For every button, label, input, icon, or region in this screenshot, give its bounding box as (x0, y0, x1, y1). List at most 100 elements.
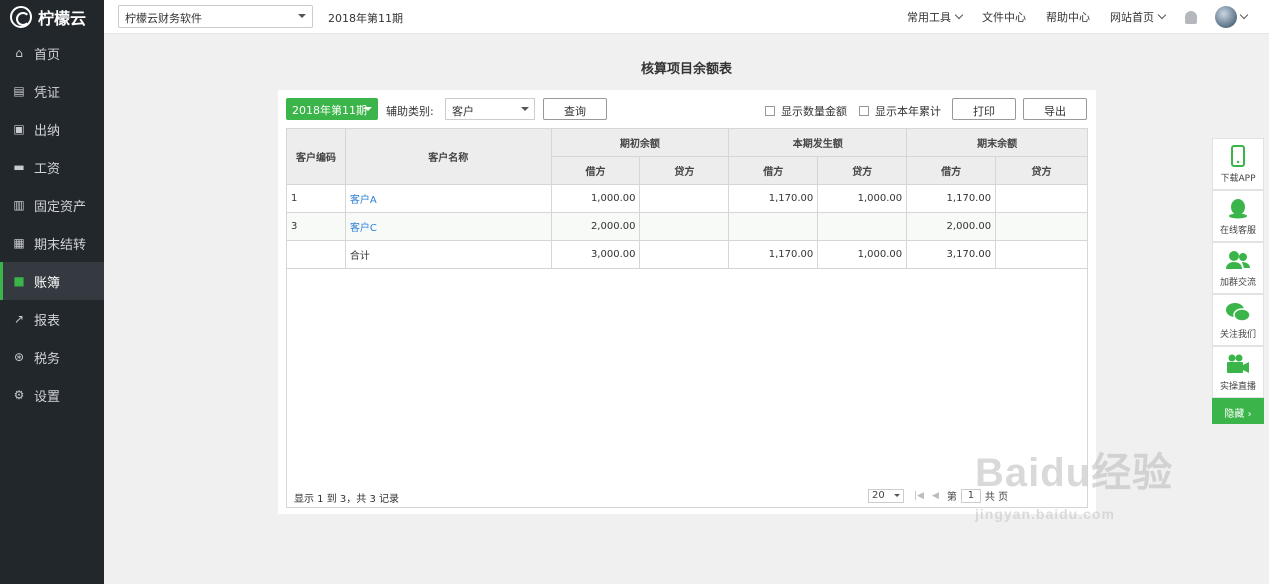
aux-category-select[interactable]: 客户 (445, 98, 535, 120)
website-home-menu[interactable]: 网站首页 (1110, 9, 1167, 25)
website-home-label: 网站首页 (1110, 11, 1154, 24)
query-button[interactable]: 查询 (543, 98, 607, 120)
header-opening: 期初余额 (550, 128, 730, 157)
cell-period-credit: 1,000.00 (817, 240, 908, 269)
table-row: 1 客户A 1,000.00 1,170.00 1,000.00 1,170.0… (286, 184, 1088, 213)
period-select-label: 2018年第11期 (292, 104, 367, 117)
cell-closing-debit: 2,000.00 (906, 212, 997, 241)
cell-opening-debit: 3,000.00 (550, 240, 641, 269)
cell-period-debit (728, 212, 819, 241)
watermark-url: jingyan.baidu.com (975, 506, 1115, 522)
first-page-icon[interactable]: |◀ (914, 491, 924, 501)
customer-link[interactable]: 客户C (344, 212, 552, 241)
sidebar-item-label: 设置 (34, 389, 61, 405)
header-credit: 贷方 (639, 156, 730, 185)
chevron-down-icon (521, 107, 529, 115)
chevron-down-icon (298, 14, 306, 22)
tools-menu-label: 常用工具 (907, 11, 951, 24)
cell-period-debit: 1,170.00 (728, 240, 819, 269)
chevron-down-icon (364, 107, 372, 115)
total-label: 合计 (344, 240, 552, 269)
show-year-checkbox[interactable]: 显示本年累计 (859, 103, 941, 119)
baidu-jingyan-watermark: Baidu经验 jingyan.baidu.com (975, 440, 1173, 522)
bell-icon[interactable] (1185, 10, 1197, 24)
avatar[interactable] (1215, 6, 1237, 28)
checkbox-box[interactable] (765, 106, 775, 116)
report-panel: 2018年第11期 辅助类别: 客户 查询 显示数量金额 显示本年累计 打印 导… (278, 90, 1096, 514)
cell-opening-credit (639, 212, 730, 241)
sidebar-item-label: 工资 (34, 161, 61, 177)
file-center-link[interactable]: 文件中心 (982, 9, 1026, 25)
sidebar-item-closing[interactable]: ▦ 期末结转 (0, 224, 104, 262)
live-class-button[interactable]: 实操直播 (1212, 346, 1264, 398)
page-size-select[interactable]: 20 (868, 488, 904, 503)
cell-closing-credit (995, 184, 1088, 213)
sidebar-item-voucher[interactable]: ▤ 凭证 (0, 72, 104, 110)
online-service-button[interactable]: 在线客服 (1212, 190, 1264, 242)
header-closing: 期末余额 (906, 128, 1088, 157)
cell-opening-debit: 1,000.00 (550, 184, 641, 213)
tools-menu[interactable]: 常用工具 (907, 9, 964, 25)
cell-code: 1 (286, 184, 346, 213)
group-icon (1226, 251, 1250, 269)
show-quantity-checkbox[interactable]: 显示数量金额 (765, 103, 847, 119)
customer-link[interactable]: 客户A (344, 184, 552, 213)
online-service-label: 在线客服 (1219, 226, 1256, 236)
aux-category-label: 辅助类别: (386, 105, 434, 118)
print-button[interactable]: 打印 (952, 98, 1016, 120)
gear-icon: ⚙ (13, 388, 25, 402)
period-select-button[interactable]: 2018年第11期 (286, 98, 378, 120)
app-name: 柠檬云 (38, 9, 87, 28)
sidebar-item-assets[interactable]: ▥ 固定资产 (0, 186, 104, 224)
header-debit: 借方 (906, 156, 997, 185)
sidebar-item-label: 首页 (34, 47, 61, 63)
show-quantity-label: 显示数量金额 (781, 105, 847, 118)
sidebar-item-salary[interactable]: ▬ 工资 (0, 148, 104, 186)
cell-closing-debit: 3,170.00 (906, 240, 997, 269)
sidebar-item-home[interactable]: ⌂ 首页 (0, 34, 104, 72)
sidebar-item-tax[interactable]: ⊛ 税务 (0, 338, 104, 376)
sidebar-item-ledger[interactable]: ■ 账簿 (0, 262, 104, 300)
chart-icon: ↗ (13, 312, 25, 326)
asset-icon: ▥ (13, 198, 25, 212)
table-row-total: 合计 3,000.00 1,170.00 1,000.00 3,170.00 (286, 240, 1088, 269)
company-select[interactable]: 柠檬云财务软件 (118, 5, 313, 28)
help-center-link[interactable]: 帮助中心 (1046, 9, 1090, 25)
checkbox-box[interactable] (859, 106, 869, 116)
cell-closing-debit: 1,170.00 (906, 184, 997, 213)
chevron-down-icon[interactable] (1239, 10, 1249, 20)
sidebar-item-reports[interactable]: ↗ 报表 (0, 300, 104, 338)
voucher-icon: ▤ (13, 84, 25, 98)
chevron-down-icon (954, 10, 964, 20)
phone-icon (1231, 145, 1245, 167)
cell-opening-credit (639, 184, 730, 213)
export-button[interactable]: 导出 (1023, 98, 1087, 120)
table-row: 3 客户C 2,000.00 2,000.00 (286, 212, 1088, 241)
chevron-down-icon (894, 493, 900, 500)
cell-period-credit: 1,000.00 (817, 184, 908, 213)
lemon-logo-icon (10, 6, 32, 28)
cell-closing-credit (995, 240, 1088, 269)
sidebar-item-label: 税务 (34, 351, 61, 367)
current-period: 2018年第11期 (328, 12, 403, 25)
chevron-down-icon (1157, 10, 1167, 20)
download-app-button[interactable]: 下载APP (1212, 138, 1264, 190)
header-code[interactable]: 客户编码 (286, 128, 346, 185)
tax-icon: ⊛ (13, 350, 25, 364)
wechat-icon (1226, 303, 1251, 322)
header-credit: 贷方 (995, 156, 1088, 185)
hide-toolbar-button[interactable]: 隐藏 › (1212, 398, 1264, 424)
prev-page-icon[interactable]: ◀ (932, 491, 939, 501)
join-group-button[interactable]: 加群交流 (1212, 242, 1264, 294)
sidebar-item-settings[interactable]: ⚙ 设置 (0, 376, 104, 414)
header-name[interactable]: 客户名称 (344, 128, 552, 185)
sidebar-item-cashier[interactable]: ▣ 出纳 (0, 110, 104, 148)
follow-us-button[interactable]: 关注我们 (1212, 294, 1264, 346)
company-select-value: 柠檬云财务软件 (125, 12, 202, 25)
sidebar-item-label: 期末结转 (34, 237, 87, 253)
salary-icon: ▬ (13, 160, 25, 174)
side-float-toolbar: 下载APP 在线客服 加群交流 关注我们 实操直播 隐藏 › (1212, 138, 1264, 424)
app-logo[interactable]: 柠檬云 (0, 0, 104, 34)
join-group-label: 加群交流 (1219, 278, 1256, 288)
follow-us-label: 关注我们 (1219, 330, 1256, 340)
